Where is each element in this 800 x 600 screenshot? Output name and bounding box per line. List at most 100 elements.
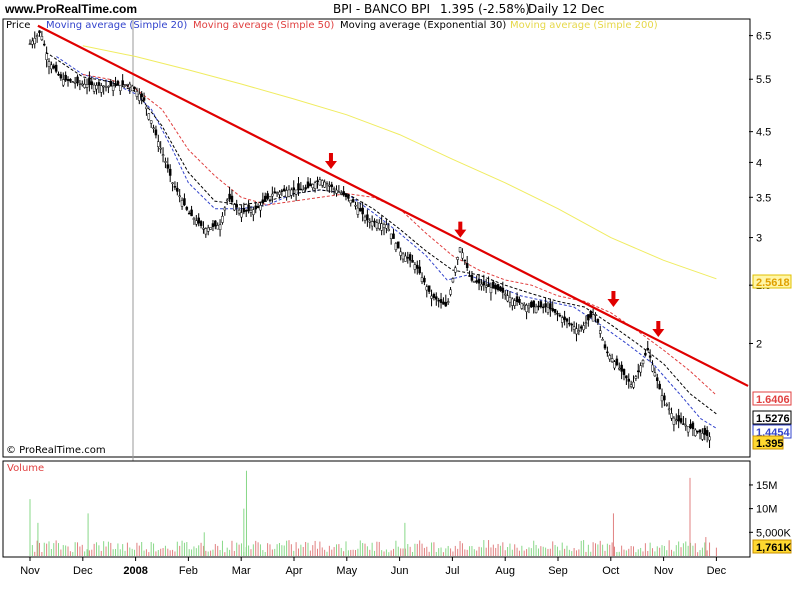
candle-body — [335, 189, 338, 194]
candle-body — [123, 84, 127, 86]
candle-body — [387, 229, 391, 231]
candle-body — [31, 40, 34, 45]
candle-body — [534, 306, 538, 313]
candle-body — [418, 266, 421, 274]
candle-body — [694, 429, 697, 436]
candle-body — [473, 281, 476, 283]
candle-body — [525, 304, 528, 312]
candle-body — [59, 74, 63, 79]
candle-body — [347, 194, 350, 199]
candle-body — [90, 81, 94, 86]
candle-body — [114, 83, 117, 86]
time-tick-label: Nov — [20, 565, 40, 577]
candle-body — [568, 322, 571, 325]
candle-body — [313, 182, 317, 189]
candle-body — [166, 164, 170, 169]
candle-body — [591, 314, 595, 322]
candle-body — [28, 43, 32, 46]
candle-body — [430, 295, 433, 299]
candle-body — [627, 378, 631, 382]
time-tick-label: Oct — [602, 565, 619, 577]
candle-body — [496, 284, 500, 291]
quote-change: 1.395 (-2.58%) — [440, 2, 530, 16]
candle-body — [256, 206, 260, 208]
candle-body — [639, 365, 642, 373]
price-tick-label: 4 — [756, 157, 762, 169]
candle-body — [266, 193, 269, 199]
candle-body — [691, 422, 695, 430]
candle-body — [368, 220, 372, 223]
time-tick-label: Dec — [73, 565, 93, 577]
price-tick-label: 5.5 — [756, 74, 771, 86]
candle-body — [442, 301, 445, 305]
candle-body — [584, 322, 588, 325]
candle-body — [178, 195, 181, 198]
candle-body — [259, 205, 262, 211]
candle-body — [64, 74, 67, 81]
candle-body — [280, 190, 284, 192]
candle-body — [546, 307, 550, 313]
time-tick-label: Jun — [391, 565, 409, 577]
candle-body — [328, 185, 331, 187]
candle-body — [202, 227, 205, 230]
candle-body — [242, 207, 246, 213]
site-name[interactable]: www.ProRealTime.com — [4, 2, 137, 16]
candle-body — [128, 83, 132, 88]
candle-body — [38, 30, 41, 34]
candle-body — [660, 395, 664, 402]
candle-body — [180, 200, 184, 207]
candle-body — [501, 287, 505, 293]
candle-body — [192, 218, 196, 220]
candle-body — [126, 84, 129, 86]
candle-body — [532, 300, 535, 308]
candle-body — [173, 186, 177, 188]
candle-body — [549, 303, 552, 310]
candle-body — [78, 83, 82, 85]
candle-body — [582, 325, 585, 331]
candle-body — [511, 298, 514, 306]
candle-body — [45, 53, 48, 60]
candle-body — [551, 308, 554, 312]
candle-body — [249, 209, 253, 213]
candle-body — [658, 383, 661, 390]
candle-body — [107, 86, 110, 88]
candle-body — [465, 263, 469, 269]
candle-body — [97, 82, 101, 86]
candle-body — [416, 264, 419, 269]
candle-body — [366, 214, 369, 221]
candle-body — [503, 293, 507, 296]
candle-body — [656, 377, 659, 382]
candle-body — [316, 180, 319, 183]
candle-body — [563, 316, 566, 320]
legend-sma50: Moving average (Simple 50) — [193, 20, 334, 31]
volume-tick-label: 5,000K — [756, 527, 792, 539]
candle-body — [47, 61, 51, 67]
candle-body — [439, 299, 443, 303]
candle-body — [527, 305, 531, 309]
candle-body — [575, 328, 578, 335]
candle-body — [140, 93, 143, 98]
candle-body — [420, 277, 424, 282]
candle-body — [157, 141, 160, 147]
watermark: © ProRealTime.com — [6, 445, 106, 456]
candle-body — [613, 361, 616, 369]
candle-body — [577, 330, 581, 333]
candle-body — [171, 182, 174, 185]
candle-body — [214, 220, 217, 227]
candle-body — [145, 106, 148, 110]
candle-body — [644, 352, 647, 356]
candle-body — [408, 254, 412, 261]
candle-body — [85, 84, 89, 88]
candle-body — [261, 199, 265, 204]
candle-body — [677, 415, 680, 422]
candle-body — [119, 84, 122, 91]
time-tick-label: Jul — [445, 565, 459, 577]
candle-body — [539, 301, 543, 308]
candle-body — [83, 83, 86, 88]
candle-body — [111, 85, 115, 91]
candle-body — [209, 227, 212, 230]
volume-label: Volume — [7, 463, 44, 474]
candle-body — [487, 283, 490, 287]
instrument-title: BPI - BANCO BPI — [333, 2, 430, 16]
candle-body — [252, 209, 255, 215]
